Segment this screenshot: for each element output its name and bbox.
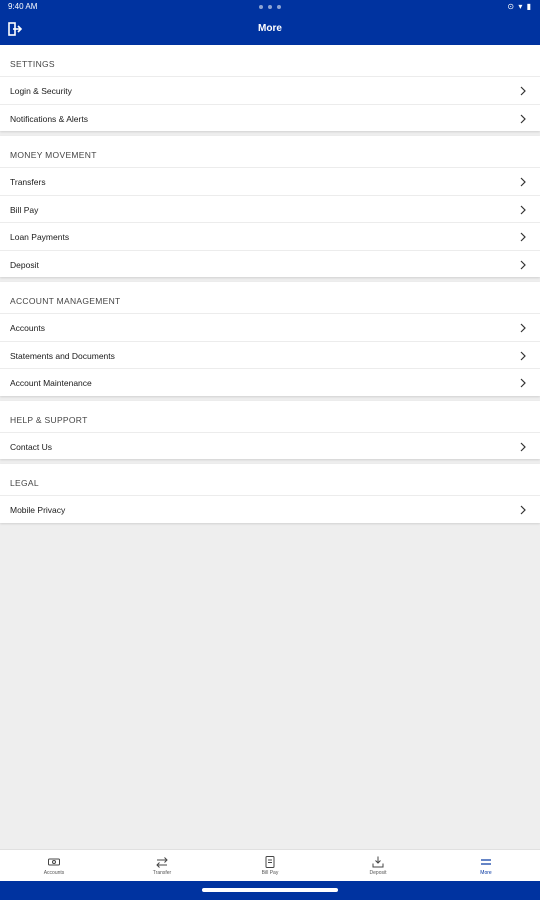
deposit-icon (372, 856, 384, 868)
nav-item-bill-pay[interactable]: Bill Pay (216, 850, 324, 881)
chevron-right-icon (520, 351, 526, 360)
menu-item-deposit[interactable]: Deposit (0, 249, 540, 278)
nav-item-deposit[interactable]: Deposit (324, 850, 432, 881)
menu-item-label: Contact Us (10, 441, 53, 452)
section-header: ACCOUNT MANAGEMENT (10, 296, 121, 306)
chevron-right-icon (520, 114, 526, 123)
menu-item-label: Login & Security (10, 86, 72, 96)
menu-item-loan-payments[interactable]: Loan Payments (0, 222, 540, 250)
section-settings: SETTINGS Login & Security Notifications … (0, 45, 540, 131)
chevron-right-icon (520, 86, 526, 96)
menu-item-mobile-privacy[interactable]: Mobile Privacy (0, 495, 540, 523)
nav-item-transfer[interactable]: Transfer (108, 850, 216, 881)
chevron-right-icon (520, 323, 526, 333)
transfer-icon (156, 857, 168, 868)
chevron-right-icon (520, 260, 526, 269)
menu-item-label: Notifications & Alerts (10, 113, 88, 124)
menu-item-label: Transfers (10, 177, 46, 187)
camera-dots (259, 5, 281, 9)
status-bar: 9:40 AM ⊙ ▾ ▮ (0, 0, 540, 14)
menu-item-account-maintenance[interactable]: Account Maintenance (0, 368, 540, 396)
menu-item-contact-us[interactable]: Contact Us (0, 431, 540, 460)
section-header: HELP & SUPPORT (10, 414, 88, 425)
nav-item-accounts[interactable]: Accounts (0, 850, 108, 881)
chevron-right-icon (520, 505, 526, 515)
chevron-right-icon (520, 232, 526, 242)
section-header: MONEY MOVEMENT (10, 150, 97, 160)
menu-item-label: Statements and Documents (10, 350, 115, 361)
section-header: SETTINGS (10, 59, 55, 69)
menu-item-accounts[interactable]: Accounts (0, 313, 540, 341)
menu-item-label: Mobile Privacy (10, 505, 66, 515)
status-icons: ⊙ ▾ ▮ (507, 2, 532, 11)
nav-label: Bill Pay (261, 870, 279, 876)
section-header: LEGAL (10, 478, 39, 488)
nav-label: More (480, 870, 492, 876)
menu-item-statements-documents[interactable]: Statements and Documents (0, 340, 540, 369)
home-indicator[interactable] (202, 888, 338, 892)
menu-item-login-security[interactable]: Login & Security (0, 76, 540, 104)
nav-label: Transfer (152, 870, 172, 876)
menu-item-label: Account Maintenance (10, 378, 92, 388)
menu-item-label: Accounts (10, 323, 45, 333)
nav-label: Accounts (43, 870, 65, 876)
status-time: 9:40 AM (8, 2, 38, 11)
section-money-movement: MONEY MOVEMENT Transfers Bill Pay Loan P… (0, 136, 540, 277)
chevron-right-icon (520, 205, 526, 214)
section-legal: LEGAL Mobile Privacy (0, 464, 540, 523)
nav-item-more[interactable]: More (432, 850, 540, 881)
nav-label: Deposit (369, 870, 387, 876)
menu-item-bill-pay[interactable]: Bill Pay (0, 194, 540, 223)
app-bar: More (0, 14, 540, 45)
chevron-right-icon (520, 177, 526, 187)
section-help-support: HELP & SUPPORT Contact Us (0, 400, 540, 460)
chevron-right-icon (520, 378, 526, 388)
chevron-right-icon (520, 442, 526, 451)
bill-pay-icon (265, 856, 275, 868)
menu-item-transfers[interactable]: Transfers (0, 167, 540, 195)
more-icon (481, 859, 491, 865)
accounts-icon (48, 858, 60, 866)
page-title: More (258, 23, 282, 34)
menu-item-label: Deposit (10, 259, 39, 270)
bottom-nav: Accounts Transfer Bill Pay Deposit More (0, 849, 540, 881)
menu-item-label: Loan Payments (10, 232, 70, 242)
menu-item-notifications-alerts[interactable]: Notifications & Alerts (0, 103, 540, 132)
system-gesture-bar (0, 881, 540, 900)
more-menu: SETTINGS Login & Security Notifications … (0, 45, 540, 528)
menu-item-label: Bill Pay (10, 204, 39, 215)
section-account-management: ACCOUNT MANAGEMENT Accounts Statements a… (0, 282, 540, 396)
